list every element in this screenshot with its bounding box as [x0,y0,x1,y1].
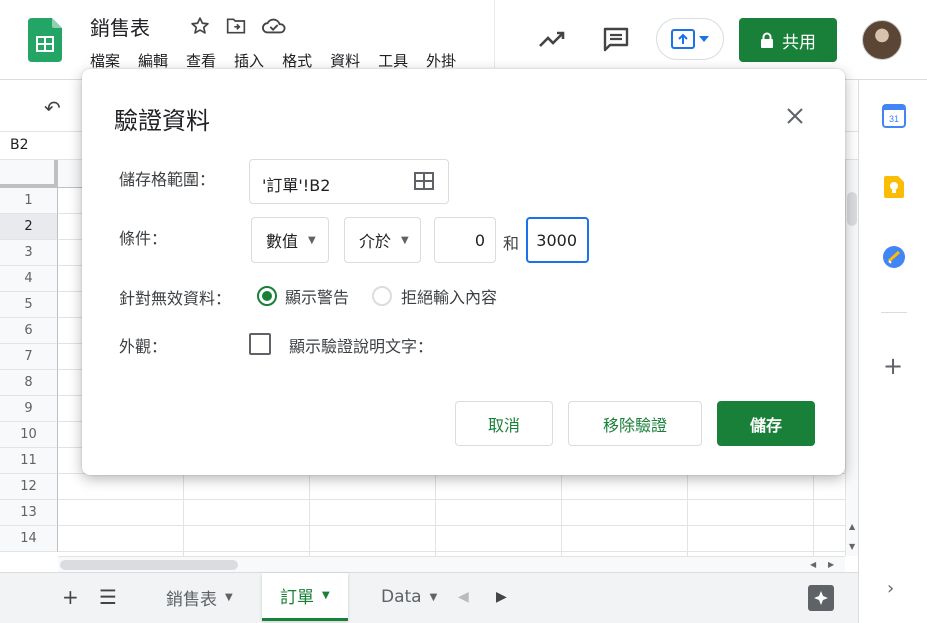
row-header[interactable]: 4 [0,266,58,292]
name-box[interactable]: B2 [10,137,29,153]
caret-down-icon: ▼ [225,591,233,603]
row-divider [58,551,845,552]
explore-icon[interactable] [808,585,834,611]
reject-input-label[interactable]: 拒絕輸入內容 [401,284,497,308]
remove-validation-button[interactable]: 移除驗證 [568,401,702,446]
vertical-scroll-thumb[interactable] [847,192,857,226]
sheet-tab-label: Data [381,587,422,607]
top-bar: 銷售表 檔案 編輯 查看 插入 格式 資料 工具 外掛 共用 [0,0,927,80]
all-sheets-icon[interactable]: ☰ [99,585,117,609]
max-value-input[interactable]: 3000 [526,217,589,263]
row-header[interactable]: 8 [0,370,58,396]
min-value-input[interactable]: 0 [434,217,496,263]
side-panel: 31 + › [858,80,927,623]
cell-range-value: '訂單'!B2 [262,176,331,195]
document-title[interactable]: 銷售表 [90,12,150,41]
caret-down-icon: ▼ [308,234,316,246]
sheet-tab-sales[interactable]: 銷售表 ▼ [148,573,251,621]
row-header[interactable]: 1 [0,188,58,214]
row-header[interactable]: 13 [0,500,58,526]
horizontal-scrollbar[interactable]: ◀ ▶ [58,556,845,572]
calendar-icon[interactable]: 31 [882,104,906,128]
undo-icon[interactable]: ↶ [44,96,61,120]
row-header[interactable]: 2 [0,214,58,240]
data-validation-dialog: 驗證資料 儲存格範圍： '訂單'!B2 條件： 數值 ▼ 介於 ▼ 0 和 30… [82,69,845,475]
svg-text:31: 31 [889,114,899,124]
scroll-left-icon[interactable]: ◀ [810,560,816,569]
present-icon [671,29,695,49]
show-help-text-checkbox[interactable] [249,333,271,355]
show-help-text-label[interactable]: 顯示驗證說明文字： [289,333,433,357]
star-icon[interactable] [188,14,212,38]
comment-icon[interactable] [601,24,631,54]
chevron-down-icon [699,36,709,42]
row-header[interactable]: 12 [0,474,58,500]
invalid-data-label: 針對無效資料： [119,289,232,308]
side-panel-divider [881,312,907,313]
row-divider [58,499,845,500]
avatar[interactable] [862,20,902,60]
cloud-saved-icon[interactable] [262,14,286,38]
dialog-title: 驗證資料 [114,107,210,135]
scroll-up-icon[interactable]: ▲ [849,522,855,531]
tab-scroll-left-icon[interactable]: ◀ [458,589,469,605]
keep-icon[interactable] [882,175,906,199]
caret-down-icon: ▼ [429,591,438,603]
caret-down-icon: ▼ [322,590,330,601]
share-label: 共用 [782,32,816,53]
scroll-down-icon[interactable]: ▼ [849,542,855,551]
criteria-type-dropdown[interactable]: 數值 ▼ [251,217,329,263]
present-button[interactable] [656,18,724,60]
sheet-tab-bar: + ☰ 銷售表 ▼ 訂單 ▼ Data ▼ ◀ ▶ [0,572,858,623]
sheet-tab-label: 銷售表 [166,589,217,610]
and-label: 和 [503,234,520,253]
row-header[interactable]: 10 [0,422,58,448]
reject-input-radio[interactable] [372,286,392,306]
row-header[interactable]: 9 [0,396,58,422]
appearance-label: 外觀： [119,337,168,356]
row-header[interactable]: 3 [0,240,58,266]
title-area: 銷售表 檔案 編輯 查看 插入 格式 資料 工具 外掛 [0,0,494,80]
criteria-type-value: 數值 [266,232,299,251]
select-range-icon[interactable] [414,172,434,190]
select-all-corner[interactable] [0,160,58,188]
criteria-operator-dropdown[interactable]: 介於 ▼ [344,217,421,263]
row-header[interactable]: 5 [0,292,58,318]
row-header[interactable]: 14 [0,526,58,552]
scroll-right-icon[interactable]: ▶ [828,560,834,569]
criteria-operator-value: 介於 [359,232,392,251]
add-sheet-icon[interactable]: + [62,585,79,609]
row-header[interactable]: 6 [0,318,58,344]
lock-icon [761,32,773,48]
criteria-label: 條件： [119,229,168,248]
show-warning-radio[interactable] [257,286,277,306]
sheets-logo-icon[interactable] [28,18,62,62]
share-button[interactable]: 共用 [739,18,837,62]
row-divider [58,525,845,526]
horizontal-scroll-thumb[interactable] [60,560,238,570]
row-header[interactable]: 7 [0,344,58,370]
trend-icon[interactable] [537,24,567,54]
tasks-icon[interactable] [882,245,906,269]
sheet-tab-data[interactable]: Data ▼ [363,573,455,621]
show-warning-label[interactable]: 顯示警告 [285,284,349,308]
chevron-right-icon[interactable]: › [887,578,894,599]
save-button[interactable]: 儲存 [717,401,815,446]
caret-down-icon: ▼ [401,234,409,246]
close-icon[interactable] [782,103,808,129]
move-folder-icon[interactable] [224,14,248,38]
vertical-scrollbar[interactable]: ▲ ▼ [845,160,858,556]
cell-range-input[interactable]: '訂單'!B2 [249,159,449,204]
sheet-tab-orders[interactable]: 訂單 ▼ [262,573,348,621]
cancel-button[interactable]: 取消 [455,401,553,446]
sheet-tab-label: 訂單 [280,588,314,608]
row-header[interactable]: 11 [0,448,58,474]
topbar-divider [494,0,495,68]
cell-range-label: 儲存格範圍： [119,170,216,189]
add-addon-icon[interactable]: + [883,352,903,380]
tab-scroll-right-icon[interactable]: ▶ [496,589,507,605]
